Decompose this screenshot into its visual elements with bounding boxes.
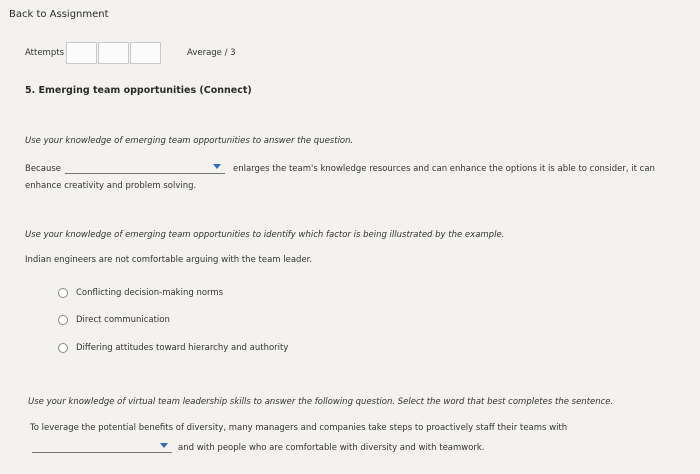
chevron-down-icon xyxy=(160,443,168,448)
attempt-indicator xyxy=(66,42,162,64)
part2-instruction: Use your knowledge of emerging team oppo… xyxy=(25,230,505,240)
radio-option[interactable]: Direct communication xyxy=(58,315,170,325)
radio-button[interactable] xyxy=(58,315,68,325)
part3-line1: To leverage the potential benefits of di… xyxy=(30,423,568,433)
part3-line2: and with people who are comfortable with… xyxy=(178,443,485,453)
radio-option-label: Conflicting decision-making norms xyxy=(76,288,224,298)
average-label: Average / 3 xyxy=(187,48,236,58)
radio-option[interactable]: Differing attitudes toward hierarchy and… xyxy=(58,343,288,353)
part3-instruction: Use your knowledge of virtual team leade… xyxy=(28,397,614,407)
chevron-down-icon xyxy=(213,164,221,169)
attempt-box xyxy=(66,42,97,64)
radio-button[interactable] xyxy=(58,288,68,298)
part1-prefix: Because xyxy=(25,164,61,174)
attempts-label: Attempts xyxy=(25,48,64,58)
part1-sentence: Because enlarges the team's knowledge re… xyxy=(25,161,655,174)
attempt-box xyxy=(130,42,161,64)
part1-dropdown[interactable] xyxy=(65,161,225,174)
attempt-box xyxy=(98,42,129,64)
question-title: 5. Emerging team opportunities (Connect) xyxy=(25,85,252,96)
back-to-assignment-link[interactable]: Back to Assignment xyxy=(9,9,109,20)
radio-button[interactable] xyxy=(58,343,68,353)
part3-dropdown[interactable] xyxy=(32,440,172,453)
part1-suffix: enlarges the team's knowledge resources … xyxy=(233,164,655,174)
radio-option-label: Direct communication xyxy=(76,315,170,325)
radio-option[interactable]: Conflicting decision-making norms xyxy=(58,288,223,298)
part3-sentence: and with people who are comfortable with… xyxy=(32,440,485,453)
part1-instruction: Use your knowledge of emerging team oppo… xyxy=(25,136,354,146)
part2-example: Indian engineers are not comfortable arg… xyxy=(25,255,313,265)
radio-option-label: Differing attitudes toward hierarchy and… xyxy=(76,343,289,353)
part1-line2: enhance creativity and problem solving. xyxy=(25,181,197,191)
